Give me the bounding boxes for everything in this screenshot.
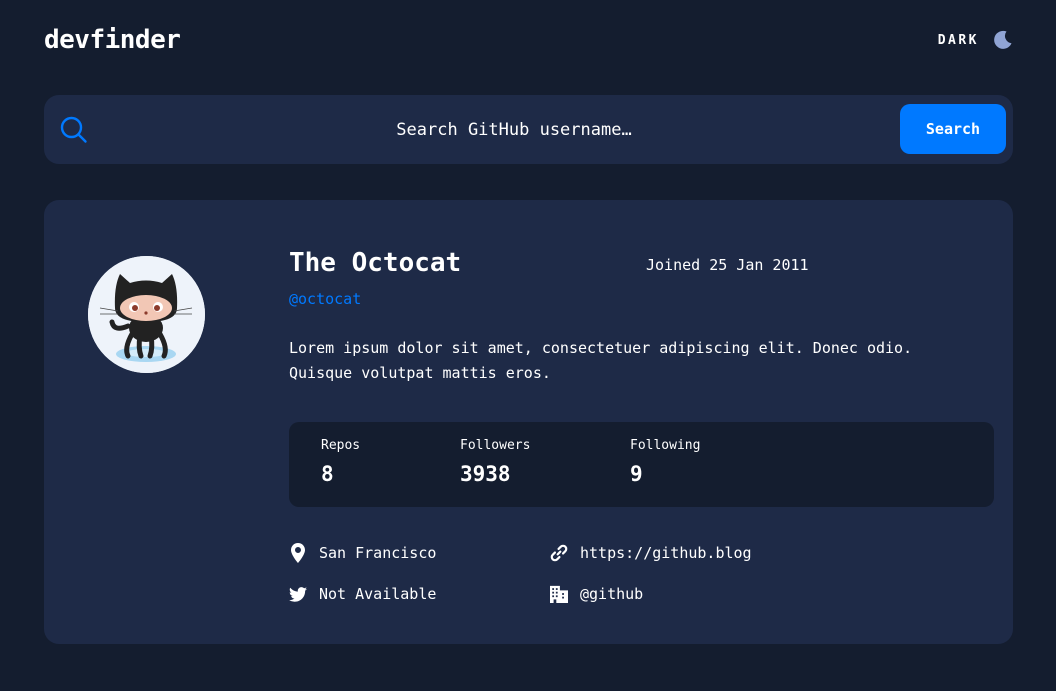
joined-date: Joined 25 Jan 2011 — [646, 256, 809, 274]
stats-panel: Repos 8 Followers 3938 Following 9 — [289, 422, 994, 507]
octocat-avatar-image — [88, 256, 205, 373]
search-button[interactable]: Search — [900, 104, 1006, 154]
link-icon — [550, 543, 568, 563]
stat-followers: Followers 3938 — [460, 438, 530, 486]
building-icon — [550, 584, 568, 604]
stat-value: 9 — [630, 462, 643, 486]
blog-link[interactable]: https://github.blog — [580, 544, 752, 562]
search-bar: Search — [44, 95, 1013, 164]
theme-toggle[interactable]: DARK — [938, 30, 1013, 50]
info-company: @github — [550, 584, 643, 604]
profile-name: The Octocat — [289, 248, 462, 278]
profile-bio: Lorem ipsum dolor sit amet, consectetuer… — [289, 339, 913, 382]
twitter-text: Not Available — [319, 585, 437, 603]
search-input[interactable] — [124, 112, 904, 148]
stat-label: Repos — [321, 438, 361, 453]
app-header: devfinder DARK — [44, 22, 1013, 58]
app-logo: devfinder — [44, 25, 181, 55]
company-text: @github — [580, 585, 644, 603]
stat-value: 8 — [321, 462, 334, 486]
info-twitter: Not Available — [289, 584, 436, 604]
avatar — [88, 256, 205, 373]
profile-login-link[interactable]: @octocat — [289, 290, 361, 308]
moon-icon — [993, 30, 1013, 50]
profile-card: The Octocat Joined 25 Jan 2011 @octocat … — [44, 200, 1013, 644]
stat-following: Following 9 — [630, 438, 700, 486]
stat-label: Following — [630, 438, 701, 453]
search-icon — [60, 116, 88, 144]
stat-label: Followers — [460, 438, 531, 453]
location-pin-icon — [289, 543, 307, 563]
theme-label: DARK — [937, 32, 979, 48]
stat-repos: Repos 8 — [321, 438, 360, 486]
stat-value: 3938 — [460, 462, 511, 486]
info-blog[interactable]: https://github.blog — [550, 543, 752, 563]
location-text: San Francisco — [319, 544, 437, 562]
info-location: San Francisco — [289, 543, 436, 563]
twitter-icon — [289, 584, 307, 604]
